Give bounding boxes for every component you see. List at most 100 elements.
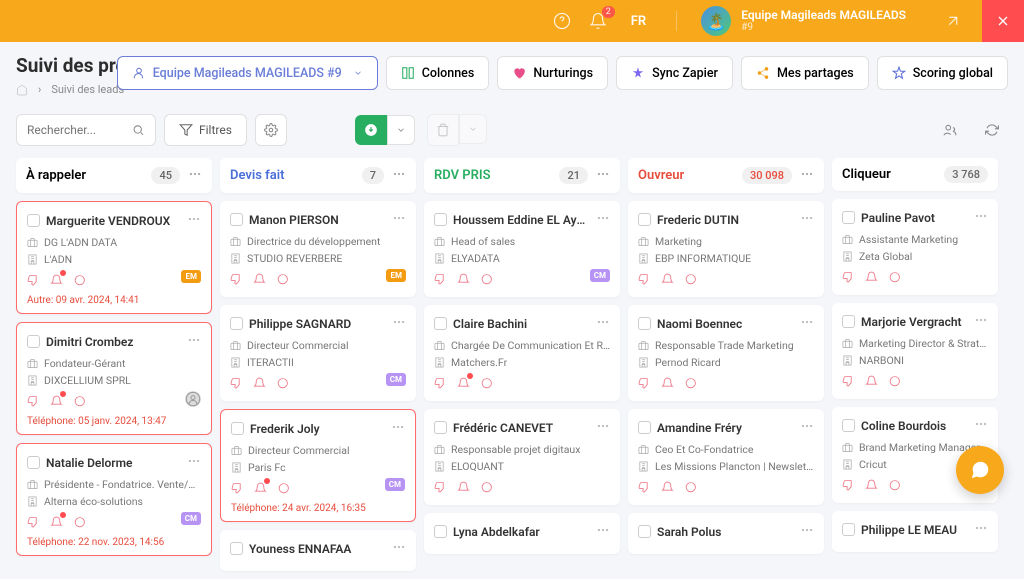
bell-icon[interactable] [457,479,470,498]
message-icon[interactable] [480,375,493,394]
chat-fab[interactable] [956,446,1004,494]
card-menu-icon[interactable] [974,520,988,539]
checkbox[interactable] [230,542,243,555]
bell-icon[interactable] [50,272,63,291]
download-menu[interactable] [387,115,415,145]
bell-icon[interactable] [865,269,878,288]
prospect-card[interactable]: Sarah Polus [628,513,824,554]
search-input[interactable] [16,114,156,146]
message-icon[interactable] [276,375,289,394]
trash-button[interactable] [427,114,459,146]
prospect-card[interactable]: Manon PIERSON Directrice du développemen… [220,201,416,297]
bell-icon[interactable] [865,477,878,496]
card-menu-icon[interactable] [800,210,814,229]
dislike-icon[interactable] [434,479,447,498]
card-menu-icon[interactable] [391,419,405,438]
prospect-card[interactable]: Philippe SAGNARD Directeur Commercial IT… [220,305,416,401]
sync-zapier-button[interactable]: Sync Zapier [616,56,733,90]
card-menu-icon[interactable] [187,453,201,472]
message-icon[interactable] [888,269,901,288]
checkbox[interactable] [434,525,447,538]
prospect-card[interactable]: Naomi Boennec Responsable Trade Marketin… [628,305,824,401]
checkbox[interactable] [638,421,651,434]
bell-icon[interactable] [253,375,266,394]
bell-icon[interactable] [661,271,674,290]
checkbox[interactable] [638,213,651,226]
bell-icon[interactable] [253,271,266,290]
checkbox[interactable] [231,422,244,435]
message-icon[interactable] [73,393,86,412]
card-menu-icon[interactable] [974,208,988,227]
checkbox[interactable] [842,211,855,224]
dislike-icon[interactable] [27,393,40,412]
bell-icon[interactable] [50,393,63,412]
prospect-card[interactable]: Dimitri Crombez Fondateur-Gérant DIXCELL… [16,322,212,435]
card-menu-icon[interactable] [800,314,814,333]
card-menu-icon[interactable] [392,210,406,229]
card-menu-icon[interactable] [596,314,610,333]
prospect-card[interactable]: Philippe LE MEAU [832,511,998,552]
checkbox[interactable] [638,317,651,330]
settings-icon[interactable] [255,114,287,146]
checkbox[interactable] [434,213,447,226]
column-menu-icon[interactable] [800,166,814,185]
dislike-icon[interactable] [27,272,40,291]
team-menu[interactable]: 🏝️ Equipe Magileads MAGILEADS #9 [701,6,906,36]
language-selector[interactable]: FR [631,14,646,29]
checkbox[interactable] [842,315,855,328]
checkbox[interactable] [638,525,651,538]
columns-button[interactable]: Colonnes [386,56,490,90]
message-icon[interactable] [888,373,901,392]
checkbox[interactable] [27,456,40,469]
message-icon[interactable] [888,477,901,496]
message-icon[interactable] [480,479,493,498]
card-menu-icon[interactable] [800,418,814,437]
filters-button[interactable]: Filtres [164,114,247,146]
close-button[interactable] [982,0,1024,42]
message-icon[interactable] [276,271,289,290]
prospect-card[interactable]: Natalie Delorme Présidente - Fondatrice.… [16,443,212,556]
bell-icon[interactable] [254,480,267,499]
checkbox[interactable] [842,419,855,432]
refresh-icon[interactable] [976,114,1008,146]
help-icon[interactable] [553,12,571,30]
message-icon[interactable] [684,479,697,498]
column-menu-icon[interactable] [392,166,406,185]
message-icon[interactable] [480,271,493,290]
checkbox[interactable] [230,317,243,330]
trash-menu[interactable] [459,114,487,144]
dislike-icon[interactable] [842,373,855,392]
dislike-icon[interactable] [638,479,651,498]
dislike-icon[interactable] [230,375,243,394]
column-menu-icon[interactable] [596,166,610,185]
dislike-icon[interactable] [842,477,855,496]
message-icon[interactable] [684,375,697,394]
checkbox[interactable] [27,214,40,227]
prospect-card[interactable]: Pauline Pavot Assistante Marketing Zeta … [832,199,998,295]
users-icon[interactable] [934,114,966,146]
prospect-card[interactable]: Frederic DUTIN Marketing EBP INFORMATIQU… [628,201,824,297]
card-menu-icon[interactable] [974,416,988,435]
message-icon[interactable] [684,271,697,290]
prospect-card[interactable]: Lyna Abdelkafar [424,513,620,554]
nurturings-button[interactable]: Nurturings [497,56,608,90]
card-menu-icon[interactable] [187,211,201,230]
dislike-icon[interactable] [638,271,651,290]
dislike-icon[interactable] [638,375,651,394]
bell-icon[interactable] [661,375,674,394]
prospect-card[interactable]: Youness ENNAFAA [220,530,416,571]
checkbox[interactable] [230,213,243,226]
checkbox[interactable] [842,523,855,536]
dislike-icon[interactable] [842,269,855,288]
column-menu-icon[interactable] [188,166,202,185]
prospect-card[interactable]: Frederik Joly Directeur Commercial Paris… [220,409,416,522]
checkbox[interactable] [434,317,447,330]
prospect-card[interactable]: Amandine Fréry Ceo Et Co-Fondatrice Les … [628,409,824,505]
prospect-card[interactable]: Marguerite VENDROUX DG L'ADN DATA L'ADN … [16,201,212,314]
card-menu-icon[interactable] [392,314,406,333]
prospect-card[interactable]: Houssem Eddine EL Ayadi Head of sales EL… [424,201,620,297]
bell-icon[interactable] [661,479,674,498]
dislike-icon[interactable] [230,271,243,290]
dislike-icon[interactable] [434,271,447,290]
card-menu-icon[interactable] [800,522,814,541]
